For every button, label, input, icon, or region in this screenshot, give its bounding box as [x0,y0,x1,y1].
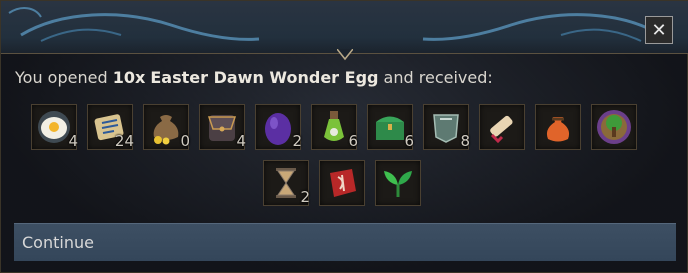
header-ornament-right-icon [422,13,662,42]
dialog-header [1,1,688,54]
reward-qty: 2 [300,188,310,206]
reward-qty: 6 [404,132,414,150]
message-prefix: You opened [15,68,113,87]
green-sprout-icon [384,171,412,197]
reward-slot[interactable]: 4 [199,104,246,150]
reward-qty: 2 [292,132,302,150]
close-button[interactable]: ✕ [645,16,673,44]
message-item-name: Easter Dawn Wonder Egg [150,68,379,87]
reward-message: You opened 10x Easter Dawn Wonder Egg an… [15,68,493,87]
reward-slot[interactable] [375,160,421,206]
reward-slot[interactable]: 6 [367,104,414,150]
reward-qty: 4 [236,132,246,150]
reward-slot[interactable] [319,160,365,206]
reward-qty: 0 [180,132,190,150]
reward-dialog: ✕ You opened 10x Easter Dawn Wonder Egg … [0,0,688,273]
reward-slot[interactable]: 8 [423,104,470,150]
red-rune-stone-icon [330,169,356,197]
tree-emblem-icon [597,110,631,144]
reward-slot[interactable]: 4 [31,104,78,150]
magic-scroll-icon [490,115,513,144]
header-ornament-left-icon [8,7,260,42]
reward-slot[interactable] [591,104,637,150]
reward-slot[interactable]: 0 [143,104,190,150]
continue-label: Continue [22,233,94,252]
header-notch-icon [337,49,353,61]
reward-slot[interactable] [479,104,525,150]
reward-slot[interactable]: 24 [87,104,134,150]
reward-slot[interactable]: 6 [311,104,358,150]
reward-row-1: 4 24 0 4 2 6 6 8 [31,104,671,150]
reward-qty: 24 [114,132,134,150]
reward-row-2: 2 [31,160,671,206]
reward-slot[interactable]: 2 [255,104,302,150]
reward-qty: 4 [68,132,78,150]
orange-pouch-icon [546,117,570,142]
reward-qty: 8 [460,132,470,150]
reward-grid: 4 24 0 4 2 6 6 8 2 [31,104,671,216]
message-count: 10x [112,68,146,87]
message-suffix: and received: [378,68,493,87]
continue-button[interactable]: Continue [14,223,676,261]
reward-slot[interactable]: 2 [263,160,310,206]
reward-slot[interactable] [535,104,581,150]
reward-qty: 6 [348,132,358,150]
close-icon: ✕ [651,19,667,41]
